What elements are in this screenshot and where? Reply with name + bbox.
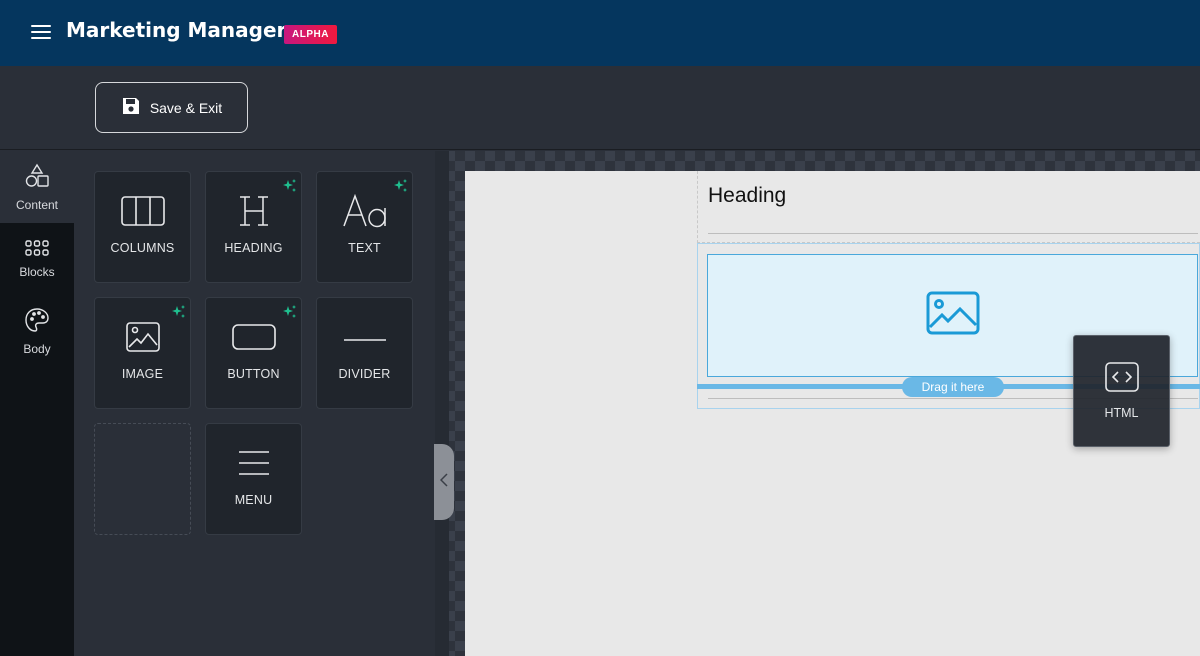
tool-menu[interactable]: MENU [205, 423, 302, 535]
image-placeholder-icon [926, 291, 980, 340]
collapse-panel-handle[interactable] [434, 444, 454, 520]
columns-icon [120, 195, 165, 231]
content-tools-panel: COLUMNS HEADING TEXT IMAGE BUTTON DIVIDE… [74, 151, 435, 656]
hamburger-menu-icon[interactable] [31, 25, 51, 41]
tool-divider-label: DIVIDER [338, 367, 391, 381]
heading-block-text[interactable]: Heading [708, 184, 786, 208]
shapes-icon [24, 163, 50, 192]
tool-text-label: TEXT [348, 241, 381, 255]
text-icon [342, 193, 388, 233]
divider-icon [343, 330, 387, 348]
divider-line [708, 233, 1198, 234]
sidebar-item-body[interactable]: Body [0, 295, 74, 367]
tool-placeholder-slot [94, 423, 191, 535]
app-title: Marketing Manager [66, 18, 287, 42]
canvas-gutter [435, 151, 449, 656]
sidebar-rail: Content Blocks Body [0, 151, 74, 656]
toolbar: Save & Exit [0, 66, 1200, 150]
tool-columns[interactable]: COLUMNS [94, 171, 191, 283]
tool-menu-label: MENU [234, 493, 273, 507]
button-icon [231, 323, 276, 356]
sidebar-item-body-label: Body [23, 341, 51, 356]
tool-button[interactable]: BUTTON [205, 297, 302, 409]
tool-text[interactable]: TEXT [316, 171, 413, 283]
tool-heading-label: HEADING [224, 241, 283, 255]
tool-button-label: BUTTON [227, 367, 280, 381]
tool-image[interactable]: IMAGE [94, 297, 191, 409]
sidebar-item-content-label: Content [15, 197, 59, 212]
chevron-left-icon [439, 472, 448, 492]
tool-heading[interactable]: HEADING [205, 171, 302, 283]
alpha-badge: ALPHA [284, 25, 337, 44]
tool-columns-label: COLUMNS [110, 241, 175, 255]
tool-image-label: IMAGE [121, 367, 164, 381]
image-icon [125, 321, 160, 357]
save-exit-label: Save & Exit [149, 99, 223, 116]
sidebar-item-blocks-label: Blocks [19, 264, 55, 279]
grid-dots-icon [25, 239, 49, 259]
tool-divider[interactable]: DIVIDER [316, 297, 413, 409]
sidebar-item-blocks[interactable]: Blocks [0, 223, 74, 295]
app-header: Marketing Manager ALPHA [0, 0, 1200, 66]
menu-icon [238, 450, 270, 481]
drop-hint-pill: Drag it here [902, 377, 1004, 397]
sidebar-item-content[interactable]: Content [0, 151, 74, 223]
heading-icon [237, 194, 271, 233]
palette-icon [24, 307, 50, 336]
floppy-disk-icon [121, 96, 141, 119]
save-exit-button[interactable]: Save & Exit [95, 82, 248, 133]
dragging-html-tool[interactable]: HTML [1073, 335, 1170, 447]
code-brackets-icon [1104, 362, 1139, 397]
dragging-html-tool-label: HTML [1104, 406, 1139, 420]
